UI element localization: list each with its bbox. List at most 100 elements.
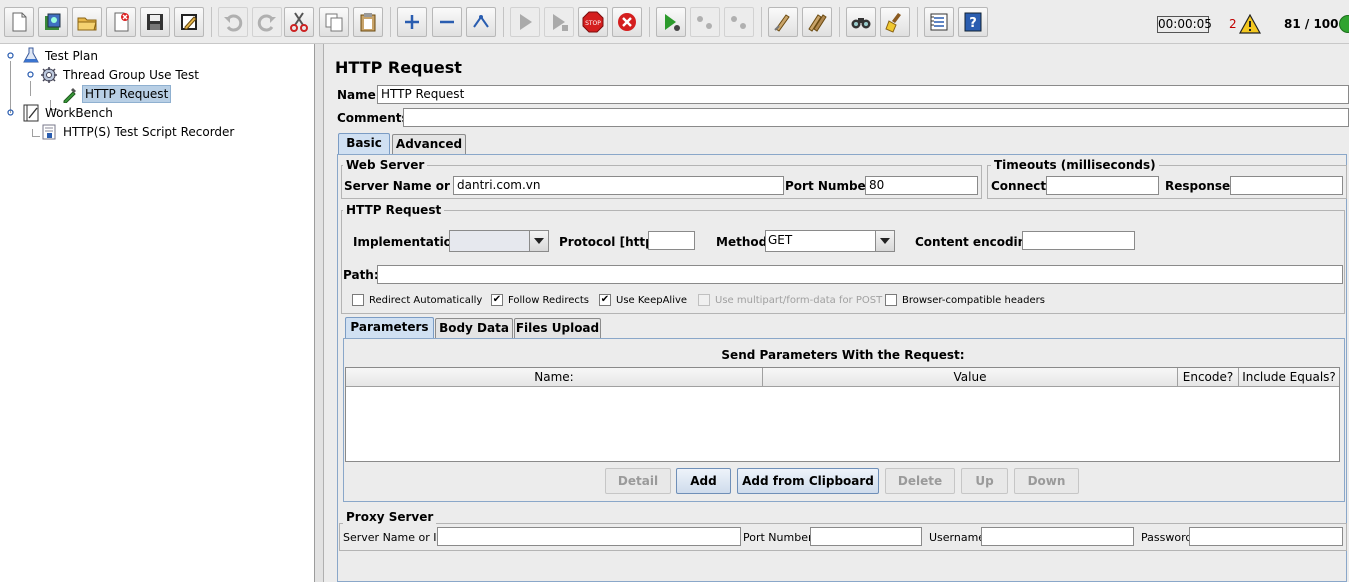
tree-node-thread-group[interactable]: Thread Group Use Test [40,65,201,84]
method-label: Method: [716,235,772,249]
add-from-clipboard-button[interactable]: Add from Clipboard [737,468,879,494]
tree-node-http-request[interactable]: HTTP Request [61,84,172,103]
checkbox-label: Use multipart/form-data for POST [715,294,883,306]
tab-advanced[interactable]: Advanced [392,134,466,154]
comments-label: Comments: [337,111,414,125]
expand-icon[interactable] [397,7,427,37]
response-label: Response: [1165,179,1235,193]
warning-icon[interactable] [1239,14,1261,34]
clear-icon[interactable] [768,7,798,37]
down-button[interactable]: Down [1014,468,1079,494]
pane-splitter[interactable] [315,44,324,582]
tab-parameters[interactable]: Parameters [345,317,434,338]
recorder-icon [42,124,56,139]
cut-icon[interactable] [284,7,314,37]
notebook-icon [23,104,39,121]
tab-body-data[interactable]: Body Data [435,318,513,338]
column-header-encode[interactable]: Encode? [1178,368,1239,387]
params-caption: Send Parameters With the Request: [721,348,965,362]
reset-search-icon[interactable] [880,7,910,37]
remote-start-icon[interactable] [656,7,686,37]
follow-redirects-checkbox[interactable]: ✔ Follow Redirects [491,294,589,306]
tab-basic[interactable]: Basic [338,133,390,154]
undo-icon[interactable] [218,7,248,37]
path-field[interactable] [377,265,1343,284]
checkbox-box[interactable] [885,294,897,306]
column-header-include-equals[interactable]: Include Equals? [1239,368,1339,387]
close-icon[interactable] [106,7,136,37]
start-no-pause-icon[interactable] [544,7,574,37]
save-as-icon[interactable] [174,7,204,37]
method-select[interactable]: GET [765,230,895,252]
proxy-server-label: Server Name or IP: [343,531,447,544]
svg-text:?: ? [969,16,977,31]
save-icon[interactable] [140,7,170,37]
new-icon[interactable] [4,7,34,37]
checkbox-box[interactable]: ✔ [491,294,503,306]
redo-icon[interactable] [252,7,282,37]
tree-toggle-test-plan[interactable] [7,52,14,59]
page-title: HTTP Request [335,58,462,77]
tab-files-upload[interactable]: Files Upload [514,318,601,338]
content-encoding-field[interactable] [1022,231,1135,250]
remote-stop-icon[interactable] [690,7,720,37]
shutdown-icon[interactable] [612,7,642,37]
delete-button[interactable]: Delete [885,468,955,494]
port-number-field[interactable]: 80 [865,176,978,195]
tree-node-recorder[interactable]: HTTP(S) Test Script Recorder [40,122,236,141]
column-header-name[interactable]: Name: [346,368,763,387]
open-icon[interactable] [72,7,102,37]
use-keepalive-checkbox[interactable]: ✔ Use KeepAlive [599,294,687,306]
up-button[interactable]: Up [961,468,1008,494]
collapse-icon[interactable] [432,7,462,37]
tree-node-workbench[interactable]: WorkBench [22,103,115,122]
add-button[interactable]: Add [676,468,731,494]
checkbox-box[interactable] [352,294,364,306]
checkbox-box[interactable] [698,294,710,306]
chevron-down-icon[interactable] [529,231,548,251]
multipart-post-checkbox[interactable]: Use multipart/form-data for POST [698,294,882,306]
proxy-username-label: Username [929,531,986,544]
tree-node-label: Test Plan [45,48,98,63]
name-label: Name: [337,88,381,102]
implementation-select[interactable] [449,230,549,252]
paste-icon[interactable] [353,7,383,37]
toggle-icon[interactable] [466,7,496,37]
column-header-value[interactable]: Value [763,368,1178,387]
copy-icon[interactable] [319,7,349,37]
help-icon[interactable]: ? [958,7,988,37]
redirect-automatically-checkbox[interactable]: Redirect Automatically [352,294,482,306]
running-indicator [1339,15,1349,33]
proxy-username-field[interactable] [981,527,1134,546]
tree-toggle-thread-group[interactable] [27,71,34,78]
proxy-password-field[interactable] [1189,527,1343,546]
server-name-field[interactable]: dantri.com.vn [453,176,784,195]
checkbox-label: Use KeepAlive [616,294,688,306]
proxy-server-title: Proxy Server [343,510,437,524]
checkbox-box[interactable]: ✔ [599,294,611,306]
templates-icon[interactable] [38,7,68,37]
error-count: 2 [1229,17,1237,31]
tree-node-test-plan[interactable]: Test Plan [22,46,100,65]
browser-compatible-headers-checkbox[interactable]: Browser-compatible headers [885,294,1045,306]
chevron-down-icon[interactable] [875,231,894,251]
start-icon[interactable] [510,7,540,37]
detail-button[interactable]: Detail [605,468,671,494]
proxy-server-field[interactable] [437,527,741,546]
function-helper-icon[interactable] [924,7,954,37]
protocol-field[interactable] [648,231,695,250]
tree-node-label: HTTP(S) Test Script Recorder [63,124,235,139]
tree-toggle-workbench[interactable] [7,109,14,116]
stop-icon[interactable]: STOP [578,7,608,37]
comments-field[interactable] [403,108,1349,127]
gear-icon [41,66,57,83]
clear-all-icon[interactable] [802,7,832,37]
connect-timeout-field[interactable] [1046,176,1159,195]
test-plan-tree[interactable]: Test Plan Thread Group Use Test HTTP Req… [0,44,315,582]
response-timeout-field[interactable] [1230,176,1343,195]
name-field[interactable]: HTTP Request [377,85,1349,104]
parameters-table[interactable]: Name: Value Encode? Include Equals? [345,367,1340,462]
remote-shutdown-icon[interactable] [724,7,754,37]
search-icon[interactable] [846,7,876,37]
proxy-port-field[interactable] [810,527,922,546]
